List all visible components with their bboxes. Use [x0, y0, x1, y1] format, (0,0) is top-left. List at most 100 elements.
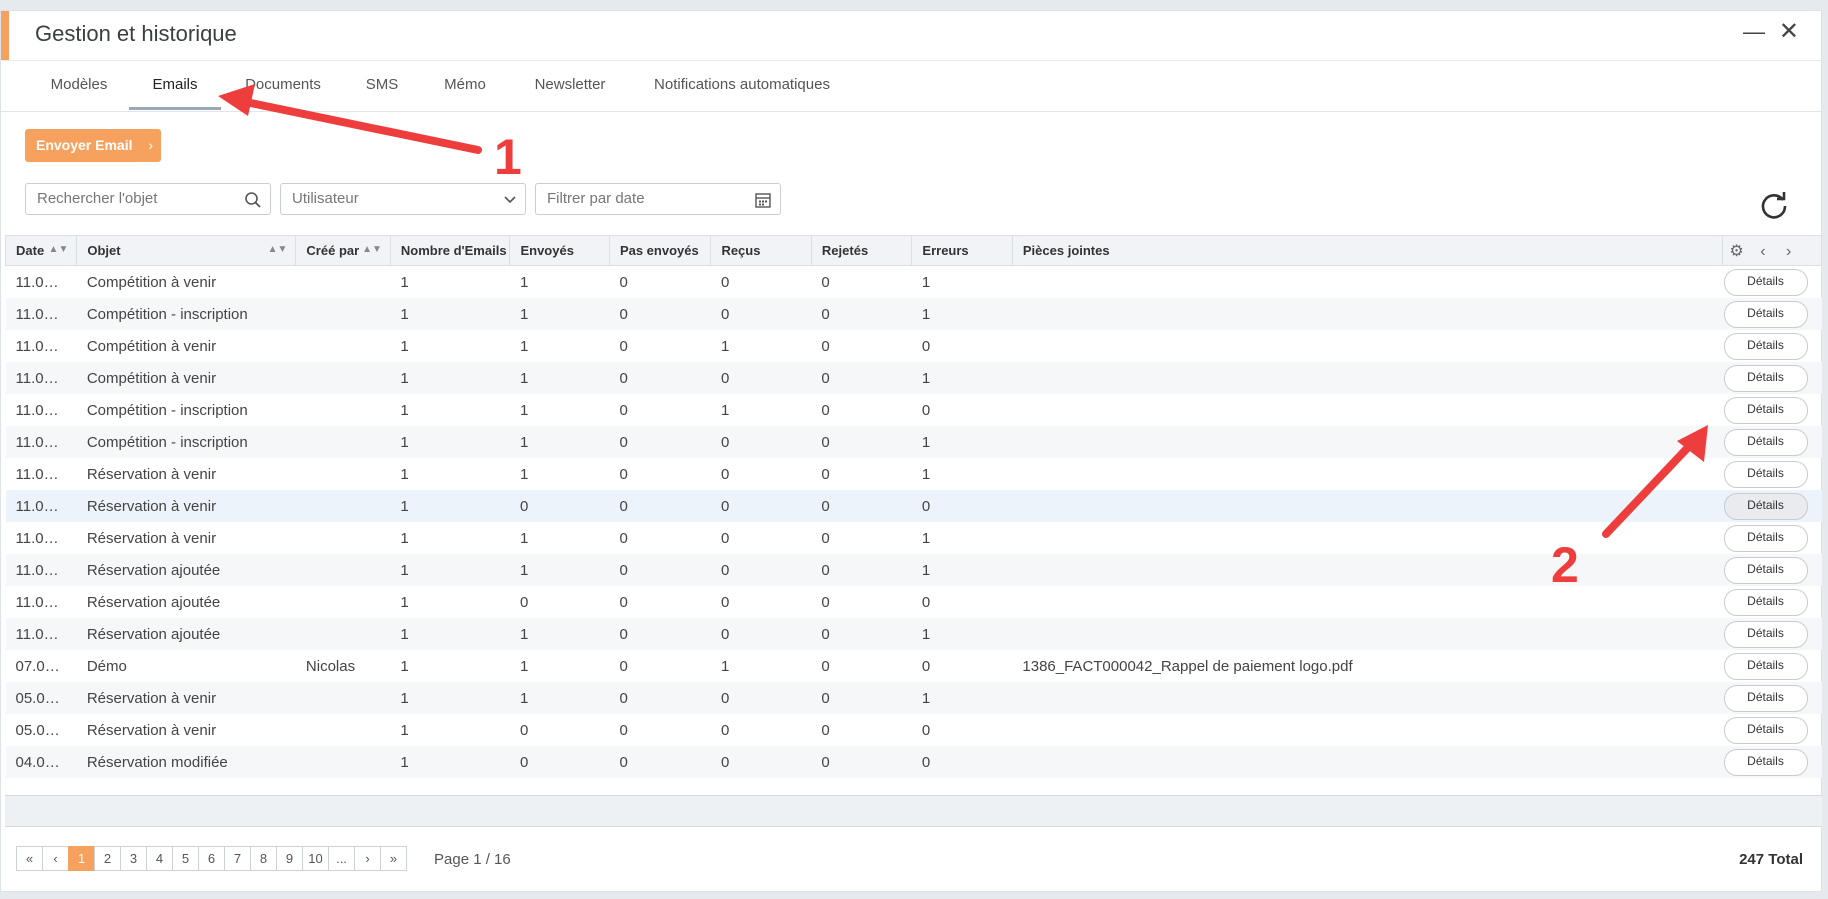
cell-nombre-emails: 1 [390, 746, 510, 778]
more-pages-button[interactable]: ... [328, 846, 355, 871]
tab-newsletter[interactable]: Newsletter [525, 61, 615, 110]
details-button[interactable]: Détails [1723, 428, 1808, 456]
tab-emails[interactable]: Emails [129, 61, 221, 110]
cell-cree-par [295, 554, 391, 586]
details-button[interactable]: Détails [1723, 556, 1808, 584]
sort-icon[interactable]: ▲▼ [49, 244, 69, 255]
page-4-button[interactable]: 4 [146, 846, 173, 871]
refresh-icon[interactable] [1759, 191, 1789, 228]
cell-envoyes: 1 [519, 657, 529, 675]
cell-rejetes: 0 [811, 490, 912, 522]
table-row: 05.02.... Réservation à venir 1 1 0 0 0 1 Détail… [5, 682, 1822, 714]
scroll-right-icon[interactable]: › [1786, 243, 1791, 260]
calendar-icon[interactable] [754, 185, 772, 220]
cell-pas-envoyes: 0 [609, 554, 711, 586]
cell-actions: Détails [1722, 362, 1822, 394]
send-email-button[interactable]: Envoyer Email › [25, 129, 161, 162]
sort-icon[interactable]: ▲▼ [268, 244, 288, 255]
col-header-cree-par[interactable]: Créé par ▲▼ [295, 235, 391, 266]
page-3-button[interactable]: 3 [120, 846, 147, 871]
date-placeholder: Filtrer par date [547, 190, 645, 207]
details-button[interactable]: Détails [1723, 684, 1808, 712]
cell-erreurs: 1 [921, 273, 931, 291]
tab-modeles[interactable]: Modèles [37, 61, 121, 110]
cell-objet: Réservation à venir [86, 529, 217, 547]
page-7-button[interactable]: 7 [224, 846, 251, 871]
tab-sms[interactable]: SMS [357, 61, 407, 110]
cell-date: 11.02.... [15, 273, 69, 291]
details-button[interactable]: Détails [1723, 268, 1808, 296]
cell-pieces-jointes [1012, 490, 1723, 522]
details-button[interactable]: Détails [1723, 524, 1808, 552]
cell-date: 05.02.... [15, 721, 70, 739]
cell-cree-par: Nicolas [305, 657, 356, 675]
cell-envoyes: 1 [509, 554, 610, 586]
page-6-button[interactable]: 6 [198, 846, 225, 871]
cell-pieces-jointes [1012, 586, 1723, 618]
cell-nombre-emails: 1 [400, 593, 409, 611]
cell-erreurs: 1 [921, 465, 931, 483]
page-9-button[interactable]: 9 [276, 846, 303, 871]
details-button[interactable]: Détails [1723, 716, 1808, 744]
search-input[interactable]: Rechercher l'objet [25, 183, 271, 215]
cell-pieces-jointes [1012, 266, 1723, 299]
cell-pas-envoyes: 0 [619, 273, 628, 291]
col-header-pas-envoyes: Pas envoyés [608, 235, 712, 266]
cell-erreurs: 1 [911, 554, 1013, 586]
details-button[interactable]: Détails [1723, 300, 1808, 328]
col-header-date[interactable]: Date ▲▼ [4, 235, 78, 266]
details-button[interactable]: Détails [1723, 364, 1808, 392]
details-button[interactable]: Détails [1723, 332, 1808, 360]
date-filter-input[interactable]: Filtrer par date [535, 183, 781, 215]
cell-objet: Réservation à venir [76, 490, 296, 522]
cell-pas-envoyes: 0 [619, 337, 628, 355]
table-row: 11.02.... Réservation ajoutée 1 1 0 0 0 1 Détail… [5, 618, 1822, 650]
user-select[interactable]: Utilisateur [280, 183, 526, 215]
col-header-objet[interactable]: Objet ▲▼ [76, 235, 297, 266]
page-10-button[interactable]: 10 [302, 846, 329, 871]
cell-nombre-emails: 1 [400, 657, 409, 675]
minimize-icon[interactable]: — [1743, 19, 1765, 45]
cell-objet: Démo [86, 657, 127, 675]
cell-rejetes: 0 [811, 682, 912, 714]
cell-cree-par [295, 298, 391, 330]
cell-pas-envoyes: 0 [619, 657, 628, 675]
details-button[interactable]: Détails [1723, 652, 1808, 680]
tab-notifications[interactable]: Notifications automatiques [645, 61, 839, 110]
cell-erreurs: 0 [911, 490, 1013, 522]
page-5-button[interactable]: 5 [172, 846, 199, 871]
cell-cree-par [295, 746, 391, 778]
details-button[interactable]: Détails [1723, 396, 1808, 424]
cell-rejetes: 0 [821, 273, 830, 291]
table-row: 11.02.... Réservation à venir 1 1 0 0 0 1 Détail… [6, 458, 1822, 490]
chevron-right-icon: › [148, 137, 153, 153]
next-page-button[interactable]: › [354, 846, 381, 871]
cell-cree-par [295, 490, 391, 522]
details-button[interactable]: Détails [1723, 588, 1808, 616]
cell-date: 05.02.... [5, 682, 77, 714]
tab-documents[interactable]: Documents [237, 61, 329, 110]
page-2-button[interactable]: 2 [94, 846, 121, 871]
cell-pas-envoyes: 0 [609, 362, 711, 394]
last-page-button[interactable]: » [380, 846, 407, 871]
cell-envoyes: 1 [509, 682, 610, 714]
cell-erreurs: 0 [911, 746, 1013, 778]
details-button[interactable]: Détails [1723, 748, 1808, 776]
cell-objet: Compétition - inscription [76, 426, 296, 458]
cell-actions: Détails [1722, 618, 1822, 650]
cell-objet: Réservation à venir [86, 721, 217, 739]
details-button[interactable]: Détails [1723, 460, 1808, 488]
details-button[interactable]: Détails [1723, 620, 1808, 648]
details-button[interactable]: Détails [1723, 492, 1808, 520]
cell-date: 11.02.... [15, 465, 69, 483]
scroll-left-icon[interactable]: ‹ [1760, 243, 1765, 260]
page-8-button[interactable]: 8 [250, 846, 277, 871]
gear-icon[interactable]: ⚙ [1729, 243, 1743, 260]
col-header-rejetes: Rejetés [810, 235, 913, 266]
prev-page-button[interactable]: ‹ [42, 846, 69, 871]
sort-icon[interactable]: ▲▼ [362, 244, 382, 255]
close-icon[interactable]: ✕ [1779, 17, 1799, 46]
tab-memo[interactable]: Mémo [435, 61, 495, 110]
page-1-button[interactable]: 1 [68, 846, 95, 871]
first-page-button[interactable]: « [16, 846, 43, 871]
